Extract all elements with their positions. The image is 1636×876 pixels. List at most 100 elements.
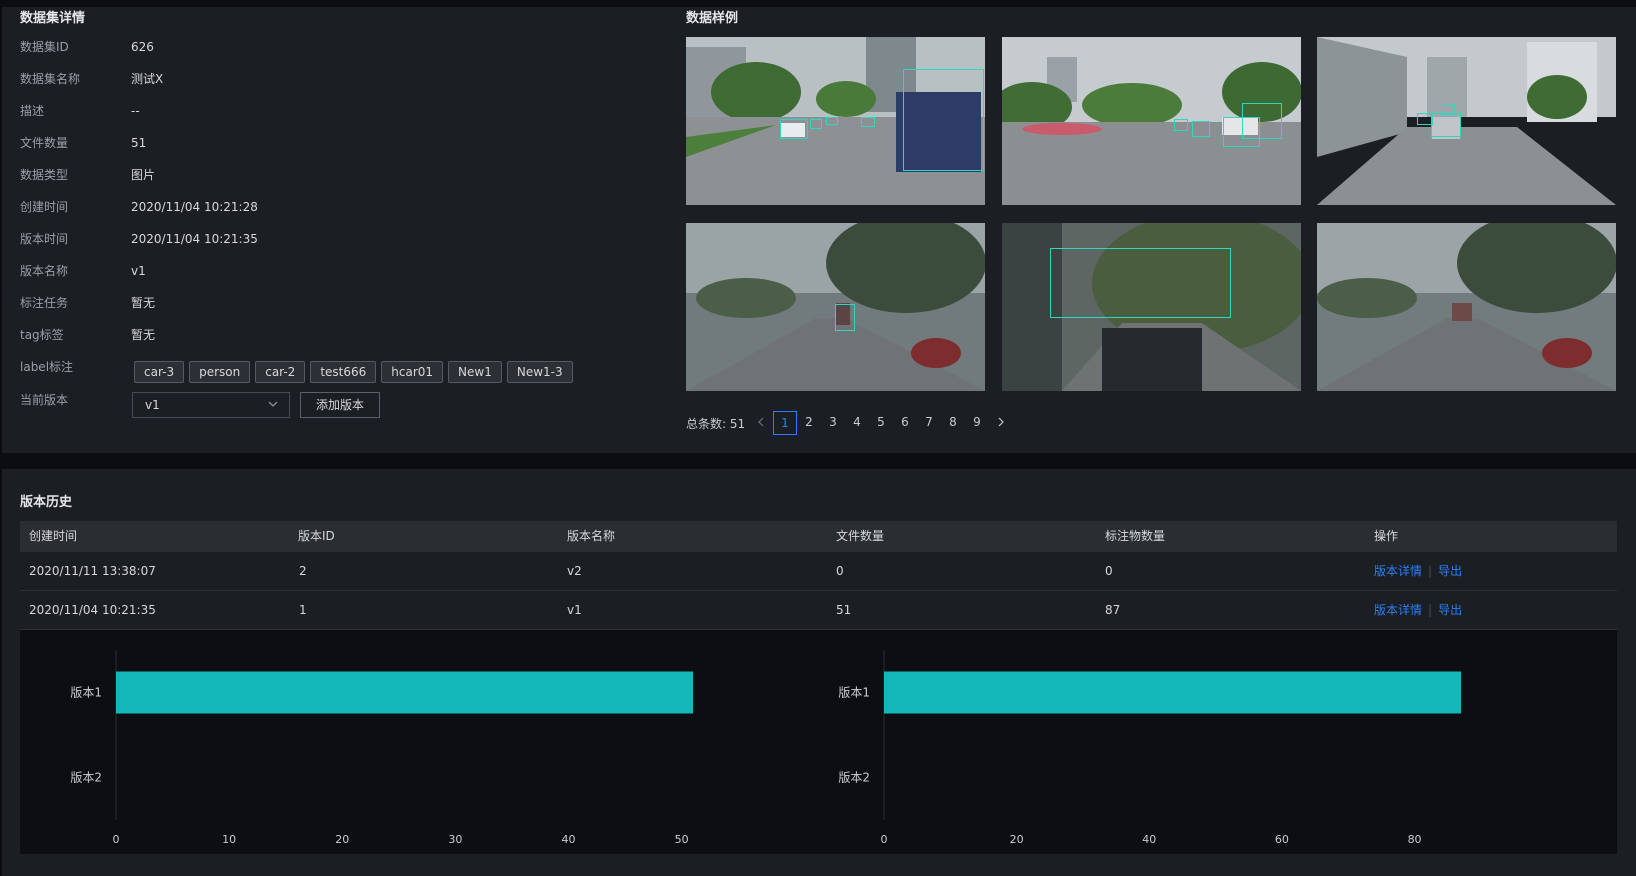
table-row: 2020/11/04 10:21:35 1 v1 51 87 版本详情 | 导出 [20,591,1617,630]
label-tag[interactable]: test666 [310,361,377,383]
x-tick-label: 80 [1408,833,1422,846]
sample-image-3[interactable] [1317,37,1616,205]
x-tick-label: 20 [335,833,349,846]
samples-title: 数据样例 [686,11,739,26]
detail-value: 暂无 [131,328,156,342]
top-strip [0,0,1636,7]
annotation-box [810,119,822,129]
version-select[interactable]: v1 [132,392,290,418]
pagination-page[interactable]: 1 [773,411,797,435]
label-tag[interactable]: car-3 [134,361,185,383]
pagination-prev[interactable] [749,411,773,435]
cell-actions: 版本详情 | 导出 [1374,552,1462,590]
label-tag[interactable]: person [189,361,251,383]
pagination-total: 总条数: 51 [686,417,746,431]
col-actions: 操作 [1374,529,1399,543]
category-label: 版本1 [838,686,870,700]
cell-file-count: 51 [836,603,852,617]
detail-value: v1 [131,264,146,278]
cell-annotation-count: 0 [1105,564,1113,578]
cell-created: 2020/11/04 10:21:35 [29,603,156,617]
details-title: 数据集详情 [20,11,86,26]
detail-value: 图片 [131,168,156,182]
version-key: 当前版本 [20,393,69,407]
bar [116,671,693,714]
export-link[interactable]: 导出 [1438,564,1462,578]
sample-image-4[interactable] [686,223,985,391]
detail-value: 626 [131,40,154,54]
detail-key: tag标签 [20,328,64,342]
history-title: 版本历史 [20,495,73,510]
chart-area: 版本1 版本2 0 10 20 30 40 50 版本1 版本2 0 20 40 60 80 [20,630,1617,854]
annotation-box [1417,113,1433,125]
cell-version-id: 2 [299,564,307,578]
pagination-next[interactable] [989,411,1013,435]
sample-image-2[interactable] [1002,37,1301,205]
category-label: 版本2 [838,771,870,785]
category-label: 版本1 [70,686,102,700]
cell-created: 2020/11/11 13:38:07 [29,564,156,578]
pagination-page[interactable]: 3 [821,411,845,435]
label-tag[interactable]: hcar01 [381,361,444,383]
chevron-down-icon [267,397,279,414]
col-created: 创建时间 [29,529,78,543]
x-tick-label: 10 [222,833,236,846]
cell-actions: 版本详情 | 导出 [1374,591,1462,629]
x-tick-label: 0 [113,833,120,846]
sample-image-1[interactable] [686,37,985,205]
pagination-page[interactable]: 4 [845,411,869,435]
label-key: label标注 [20,360,74,374]
detail-value: 2020/11/04 10:21:28 [131,200,258,214]
cell-version-name: v2 [567,564,582,578]
detail-key: 数据类型 [20,168,69,182]
export-link[interactable]: 导出 [1438,603,1462,617]
annotation-box [1192,121,1210,137]
sample-image-6[interactable] [1317,223,1616,391]
pagination-page[interactable]: 8 [941,411,965,435]
pagination-page[interactable]: 9 [965,411,989,435]
detail-value: 暂无 [131,296,156,310]
version-select-value: v1 [145,398,160,412]
version-detail-link[interactable]: 版本详情 [1374,564,1422,578]
detail-key: 描述 [20,104,45,118]
add-version-button[interactable]: 添加版本 [300,392,380,418]
col-annotation-count: 标注物数量 [1105,529,1166,543]
annotation-box [1441,105,1455,115]
x-tick-label: 40 [1142,833,1156,846]
table-header: 创建时间 版本ID 版本名称 文件数量 标注物数量 操作 [20,521,1617,552]
x-tick-label: 60 [1275,833,1289,846]
action-separator: | [1428,603,1433,617]
x-tick-label: 0 [881,833,888,846]
label-tag[interactable]: New1 [448,361,502,383]
pagination-page[interactable]: 7 [917,411,941,435]
pagination-page[interactable]: 6 [893,411,917,435]
detail-key: 版本名称 [20,264,69,278]
detail-value: 51 [131,136,147,150]
annotation-box [826,117,838,125]
annotation-box [1050,248,1231,318]
detail-key: 创建时间 [20,200,69,214]
cell-version-name: v1 [567,603,582,617]
x-tick-label: 50 [675,833,689,846]
pagination-page[interactable]: 2 [797,411,821,435]
annotation-count-chart: 版本1 版本2 0 20 40 60 80 [838,650,1461,846]
x-tick-label: 40 [562,833,576,846]
annotation-box [1174,119,1188,131]
label-tag[interactable]: New1-3 [506,361,573,383]
detail-key: 文件数量 [20,136,69,150]
detail-key: 版本时间 [20,232,69,246]
detail-key: 数据集ID [20,40,69,54]
detail-value: 测试X [131,72,164,86]
annotation-box [835,304,855,331]
file-count-chart: 版本1 版本2 0 10 20 30 40 50 [70,650,693,846]
x-tick-label: 20 [1010,833,1024,846]
version-detail-link[interactable]: 版本详情 [1374,603,1422,617]
detail-key: 数据集名称 [20,72,81,86]
label-tags: car-3 person car-2 test666 hcar01 New1 New1-3 [134,361,573,383]
action-separator: | [1428,564,1433,578]
sample-image-5[interactable] [1002,223,1301,391]
label-tag[interactable]: car-2 [255,361,306,383]
detail-value: -- [131,104,140,118]
col-version-name: 版本名称 [567,529,616,543]
pagination-page[interactable]: 5 [869,411,893,435]
